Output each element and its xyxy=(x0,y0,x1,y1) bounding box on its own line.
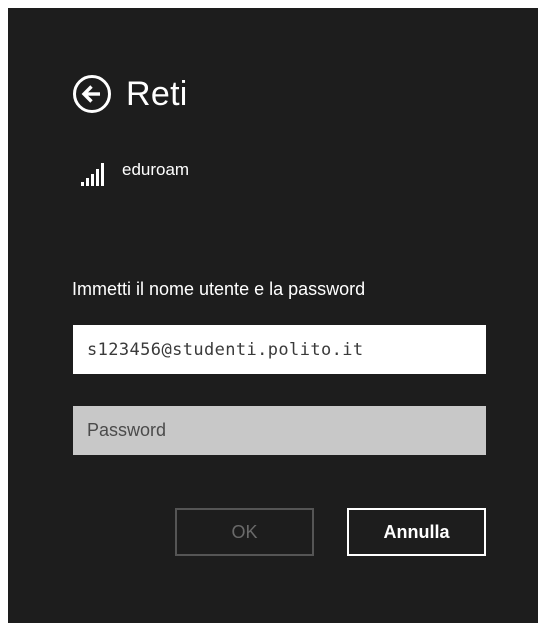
network-entry: eduroam xyxy=(80,158,189,198)
panel-header: Reti xyxy=(72,68,188,120)
page-title: Reti xyxy=(126,75,188,113)
username-input[interactable] xyxy=(73,325,486,374)
network-auth-panel: Reti eduroam Immetti il nome utente e la… xyxy=(8,8,538,623)
network-name: eduroam xyxy=(122,160,190,179)
wifi-signal-icon xyxy=(81,163,104,186)
ok-button[interactable]: OK xyxy=(175,508,314,556)
back-arrow-icon[interactable] xyxy=(72,74,112,114)
password-input[interactable] xyxy=(73,406,486,455)
screen: Reti eduroam Immetti il nome utente e la… xyxy=(0,0,538,631)
credentials-prompt: Immetti il nome utente e la password xyxy=(72,279,366,299)
cancel-button[interactable]: Annulla xyxy=(347,508,486,556)
